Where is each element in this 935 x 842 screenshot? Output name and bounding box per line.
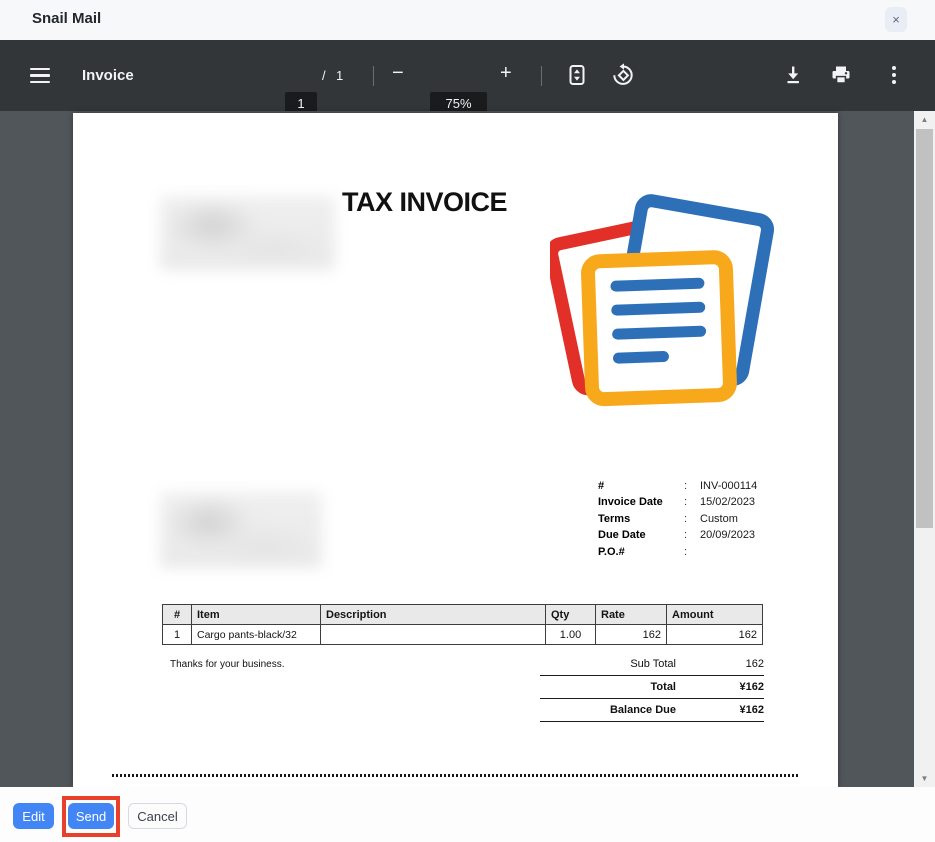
document-title: Invoice xyxy=(82,40,134,111)
detail-row: Terms : Custom xyxy=(598,511,788,527)
zoom-out-button[interactable]: − xyxy=(392,62,404,85)
thanks-note: Thanks for your business. xyxy=(170,659,285,670)
invoice-details: # : INV-000114 Invoice Date : 15/02/2023… xyxy=(598,478,788,560)
pdf-viewer: TAX INVOICE # : INV-000114 Invoice Date … xyxy=(0,111,935,787)
invoice-heading: TAX INVOICE xyxy=(342,187,507,218)
redacted-company-block xyxy=(160,196,335,270)
detail-row: Invoice Date : 15/02/2023 xyxy=(598,494,788,510)
print-icon[interactable] xyxy=(829,63,853,90)
menu-icon[interactable] xyxy=(28,40,52,111)
line-items-table: # Item Description Qty Rate Amount 1 Car… xyxy=(162,604,763,645)
detail-row: Due Date : 20/09/2023 xyxy=(598,527,788,543)
toolbar-separator xyxy=(541,66,542,86)
download-icon[interactable] xyxy=(781,63,805,90)
scroll-up-icon[interactable]: ▲ xyxy=(914,111,935,128)
cancel-button[interactable]: Cancel xyxy=(128,803,187,829)
zoom-in-button[interactable]: + xyxy=(500,62,512,85)
detail-row: P.O.# : xyxy=(598,544,788,560)
perforation-dotted-line xyxy=(112,774,800,777)
scrollbar-thumb[interactable] xyxy=(916,129,933,528)
detail-row: # : INV-000114 xyxy=(598,478,788,494)
modal-footer: Edit Send Cancel xyxy=(0,787,935,842)
subtotal-row: Sub Total 162 xyxy=(540,653,764,676)
rotate-icon[interactable] xyxy=(611,63,635,90)
pdf-toolbar: Invoice / 1 − 75% + xyxy=(0,40,935,111)
table-header-row: # Item Description Qty Rate Amount xyxy=(163,605,763,625)
page-divider: / xyxy=(322,40,326,111)
modal-header: Snail Mail × xyxy=(0,0,935,40)
fit-to-page-icon[interactable] xyxy=(565,63,589,90)
invoice-page: TAX INVOICE # : INV-000114 Invoice Date … xyxy=(73,113,838,787)
page-total: 1 xyxy=(336,40,343,111)
redacted-billto-block xyxy=(160,492,322,568)
balance-due-row: Balance Due ¥162 xyxy=(540,699,764,722)
toolbar-separator xyxy=(373,66,374,86)
close-icon[interactable]: × xyxy=(885,7,907,32)
vertical-scrollbar: ▲ ▼ xyxy=(914,111,935,787)
table-row: 1 Cargo pants-black/32 1.00 162 162 xyxy=(163,625,763,645)
send-button[interactable]: Send xyxy=(68,803,114,829)
total-row: Total ¥162 xyxy=(540,676,764,699)
more-vertical-icon[interactable] xyxy=(882,63,906,90)
scroll-down-icon[interactable]: ▼ xyxy=(914,770,935,787)
modal-title: Snail Mail xyxy=(32,10,101,27)
edit-button[interactable]: Edit xyxy=(13,803,54,829)
company-logo xyxy=(550,191,778,409)
totals-section: Sub Total 162 Total ¥162 Balance Due ¥16… xyxy=(540,653,764,722)
